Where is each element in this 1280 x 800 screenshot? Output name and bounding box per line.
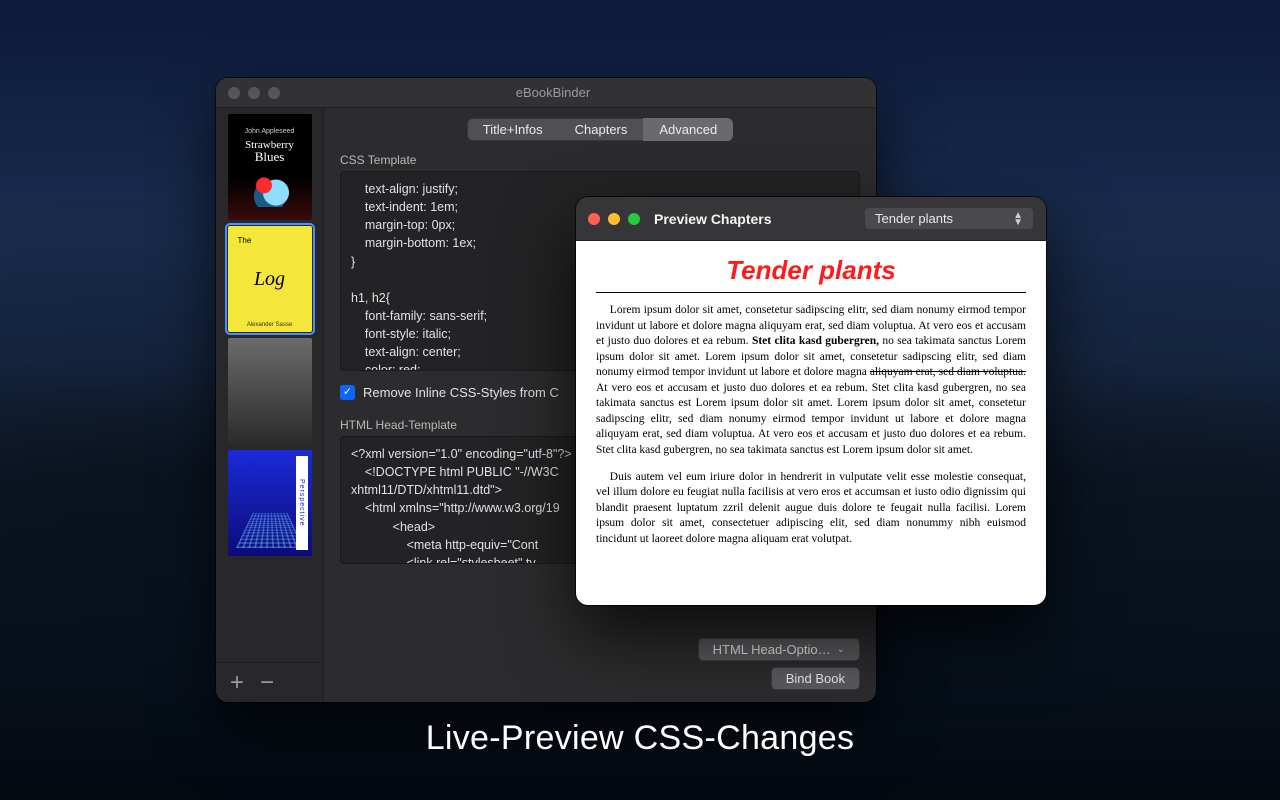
chapter-select-value: Tender plants [875,211,953,226]
preview-titlebar[interactable]: Preview Chapters Tender plants ▲▼ [576,197,1046,241]
preview-traffic-lights [588,213,640,225]
chevron-down-icon: ⌄ [837,644,845,655]
marketing-caption: Live-Preview CSS-Changes [0,719,1280,758]
remove-inline-css-checkbox[interactable]: ✓ [340,385,355,400]
close-icon[interactable] [228,87,240,99]
book-cover-the-log[interactable]: The Log Alexander Sasse [228,226,312,332]
add-book-button[interactable]: + [230,669,244,697]
book-title: Perspective [296,456,308,550]
preview-chapters-window: Preview Chapters Tender plants ▲▼ Tender… [576,197,1046,605]
tab-advanced[interactable]: Advanced [643,118,733,141]
zoom-icon[interactable] [628,213,640,225]
book-author: Alexander Sasse [247,322,292,328]
bind-book-button[interactable]: Bind Book [771,667,860,690]
preview-body: Tender plants Lorem ipsum dolor sit amet… [576,241,1046,605]
book-art [240,171,300,207]
preview-paragraph-1: Lorem ipsum dolor sit amet, consetetur s… [596,303,1026,458]
tab-chapters[interactable]: Chapters [559,118,644,141]
html-head-options-label: HTML Head-Optio… [713,642,831,657]
remove-inline-css-label: Remove Inline CSS-Styles from C [363,385,559,400]
book-cover-untitled[interactable] [228,338,312,444]
css-template-label: CSS Template [340,153,860,167]
bind-row: Bind Book [340,667,860,690]
updown-icon: ▲▼ [1013,212,1023,226]
preview-window-title: Preview Chapters [654,211,772,227]
book-the: The [238,236,252,245]
tab-title-infos[interactable]: Title+Infos [467,118,559,141]
book-title: Log [254,268,285,291]
main-window-title: eBookBinder [242,85,864,100]
remove-book-button[interactable]: − [260,669,274,697]
bind-book-label: Bind Book [786,671,845,686]
preview-text-strike: aliquyam erat, sed diam voluptua. [870,366,1026,378]
chapter-select[interactable]: Tender plants ▲▼ [864,207,1034,230]
bottom-button-row: HTML Head-Optio… ⌄ [340,638,860,661]
preview-heading: Tender plants [596,255,1026,293]
main-titlebar[interactable]: eBookBinder [216,78,876,108]
tab-bar: Title+Infos Chapters Advanced [467,118,733,141]
minimize-icon[interactable] [608,213,620,225]
book-author: John Appleseed [245,128,295,135]
preview-paragraph-2: Duis autem vel eum iriure dolor in hendr… [596,470,1026,548]
book-cover-strawberry-blues[interactable]: John Appleseed Strawberry Blues [228,114,312,220]
sidebar-footer: + − [216,662,323,702]
book-title-line2: Blues [255,149,285,165]
preview-text: At vero eos et accusam et justo duo dolo… [596,382,1026,456]
books-list: John Appleseed Strawberry Blues The Log … [216,108,323,662]
book-cover-perspective[interactable]: Perspective [228,450,312,556]
close-icon[interactable] [588,213,600,225]
books-sidebar: John Appleseed Strawberry Blues The Log … [216,108,324,702]
html-head-options-button[interactable]: HTML Head-Optio… ⌄ [698,638,860,661]
preview-text-bold: Stet clita kasd gubergren, [752,335,882,347]
